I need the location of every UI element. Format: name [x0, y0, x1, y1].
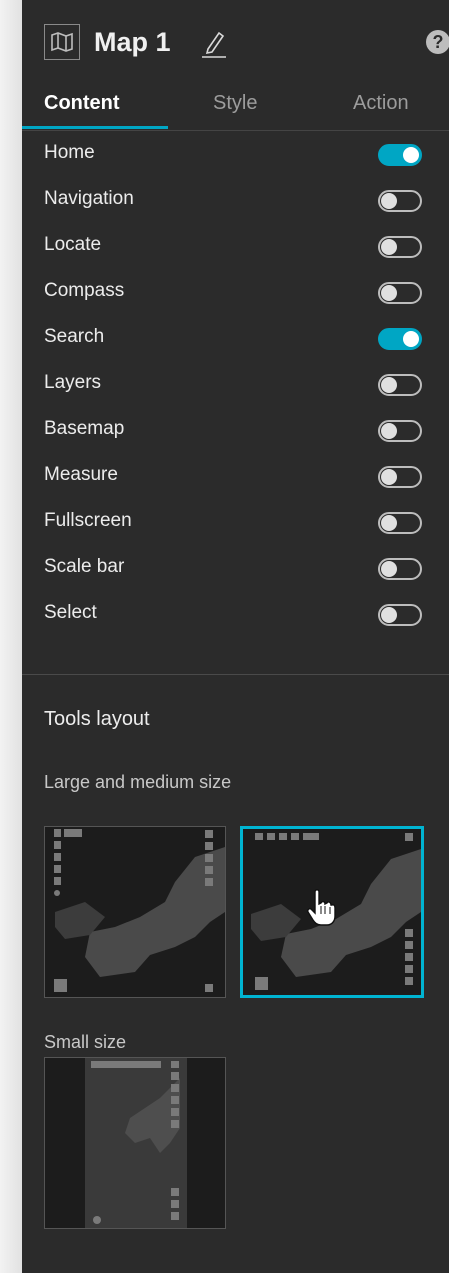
settings-tabs: Content Style Action: [22, 84, 449, 131]
large-medium-size-label: Large and medium size: [44, 772, 232, 792]
tool-label: Navigation: [44, 188, 134, 209]
tool-row-navigation: Navigation: [22, 178, 449, 224]
toggle-knob: [381, 239, 397, 255]
tools-layout-title: Tools layout: [44, 708, 150, 730]
tool-row-locate: Locate: [22, 224, 449, 270]
toggle-knob: [381, 607, 397, 623]
tool-label: Measure: [44, 464, 118, 485]
tool-row-home: Home: [22, 132, 449, 178]
scale-bar-toggle[interactable]: [378, 558, 422, 580]
tool-label: Layers: [44, 372, 102, 393]
basemap-toggle[interactable]: [378, 420, 422, 442]
layout-option-1[interactable]: [44, 826, 226, 998]
panel-header: Map 1 ?: [22, 0, 449, 84]
toggle-knob: [381, 377, 397, 393]
toggle-knob: [381, 561, 397, 577]
tool-row-search: Search: [22, 316, 449, 362]
tool-label: Scale bar: [44, 556, 125, 577]
tool-row-layers: Layers: [22, 362, 449, 408]
hand-cursor-icon: [306, 888, 336, 928]
tool-row-select: Select: [22, 592, 449, 638]
fullscreen-toggle[interactable]: [378, 512, 422, 534]
toggle-knob: [381, 469, 397, 485]
select-toggle[interactable]: [378, 604, 422, 626]
map-settings-panel: Map 1 ? Content Style Action Home Naviga…: [22, 0, 449, 1273]
tool-label: Home: [44, 142, 95, 163]
home-toggle[interactable]: [378, 144, 422, 166]
locate-toggle[interactable]: [378, 236, 422, 258]
tool-label: Basemap: [44, 418, 125, 439]
tab-style[interactable]: Style: [213, 90, 257, 116]
layers-toggle[interactable]: [378, 374, 422, 396]
toggle-knob: [381, 515, 397, 531]
small-size-label: Small size: [44, 1032, 127, 1052]
compass-toggle[interactable]: [378, 282, 422, 304]
tool-row-fullscreen: Fullscreen: [22, 500, 449, 546]
tool-row-compass: Compass: [22, 270, 449, 316]
toggle-knob: [381, 423, 397, 439]
toggle-knob: [381, 193, 397, 209]
toggle-knob: [403, 147, 419, 163]
tool-row-measure: Measure: [22, 454, 449, 500]
active-tab-indicator: [22, 126, 168, 129]
tool-label: Search: [44, 326, 105, 347]
tab-action[interactable]: Action: [353, 90, 409, 116]
toggle-knob: [381, 285, 397, 301]
help-icon[interactable]: ?: [426, 30, 449, 54]
measure-toggle[interactable]: [378, 466, 422, 488]
tool-label: Locate: [44, 234, 102, 255]
section-divider: [22, 674, 449, 675]
navigation-toggle[interactable]: [378, 190, 422, 212]
search-toggle[interactable]: [378, 328, 422, 350]
toggle-knob: [403, 331, 419, 347]
tool-label: Select: [44, 602, 97, 623]
small-layout-option[interactable]: [44, 1057, 226, 1229]
widget-title: Map 1: [94, 27, 171, 57]
tab-content[interactable]: Content: [44, 90, 120, 116]
tool-label: Fullscreen: [44, 510, 132, 531]
tool-row-basemap: Basemap: [22, 408, 449, 454]
tool-label: Compass: [44, 280, 125, 301]
tool-row-scale-bar: Scale bar: [22, 546, 449, 592]
pencil-icon[interactable]: [200, 27, 228, 59]
map-icon: [44, 24, 80, 60]
